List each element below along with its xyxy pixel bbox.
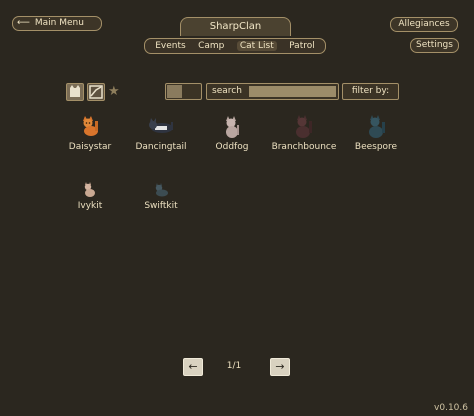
search-input[interactable] <box>249 86 336 97</box>
sort-icon <box>89 85 103 99</box>
cat-name: Swiftkit <box>144 201 178 211</box>
cat-sprite-icon <box>226 116 239 138</box>
cat-entry[interactable]: Oddfog <box>192 113 272 152</box>
view-toggle[interactable] <box>165 83 202 100</box>
cat-sprite-icon <box>149 118 173 133</box>
version-label: v0.10.6 <box>434 403 468 413</box>
tab-camp[interactable]: Camp <box>198 41 224 51</box>
cat-name: Beespore <box>354 142 398 152</box>
cat-face-icon <box>70 85 80 97</box>
cat-entry[interactable]: Ivykit <box>50 178 130 211</box>
cat-name: Dancingtail <box>135 142 187 152</box>
cat-entry[interactable]: Daisystar <box>50 113 130 152</box>
cat-name: Oddfog <box>215 142 249 152</box>
page-indicator: 1/1 <box>226 361 242 371</box>
main-menu-label: Main Menu <box>34 18 84 28</box>
settings-button[interactable]: Settings <box>410 38 459 53</box>
cat-sprite-icon <box>369 115 385 138</box>
sort-alphabetical-button[interactable] <box>66 83 84 101</box>
cat-name: Daisystar <box>68 142 112 152</box>
cat-entry[interactable]: Swiftkit <box>121 178 201 211</box>
arrow-left-icon: ← <box>188 360 198 373</box>
tab-cat-list[interactable]: Cat List <box>236 41 277 51</box>
allegiances-button[interactable]: Allegiances <box>390 17 458 32</box>
cat-name: Branchbounce <box>271 142 337 152</box>
cat-entry[interactable]: Branchbounce <box>264 113 344 152</box>
previous-page-button[interactable]: ← <box>183 358 203 376</box>
cat-sprite-icon <box>83 116 98 136</box>
clan-name-title: SharpClan <box>180 17 291 36</box>
cat-sprite-icon <box>296 115 312 138</box>
tab-events[interactable]: Events <box>155 41 185 51</box>
sort-rank-button[interactable] <box>87 83 105 101</box>
favorite-star-icon[interactable]: ★ <box>108 84 120 100</box>
search-box: search <box>206 83 339 100</box>
cat-entry[interactable]: Beespore <box>336 113 416 152</box>
next-page-button[interactable]: → <box>270 358 290 376</box>
tab-bar: Events Camp Cat List Patrol <box>144 38 326 54</box>
arrow-right-icon: → <box>275 360 285 373</box>
cat-sprite-icon <box>84 182 95 197</box>
cat-name: Ivykit <box>77 201 103 211</box>
tab-patrol[interactable]: Patrol <box>289 41 315 51</box>
main-menu-button[interactable]: ⟵ Main Menu <box>12 16 102 31</box>
cat-sprite-icon <box>155 183 168 197</box>
filter-by-button[interactable]: filter by: <box>342 83 399 100</box>
cat-entry[interactable]: Dancingtail <box>121 113 201 152</box>
arrow-left-icon: ⟵ <box>17 18 30 28</box>
search-label: search <box>212 86 242 96</box>
